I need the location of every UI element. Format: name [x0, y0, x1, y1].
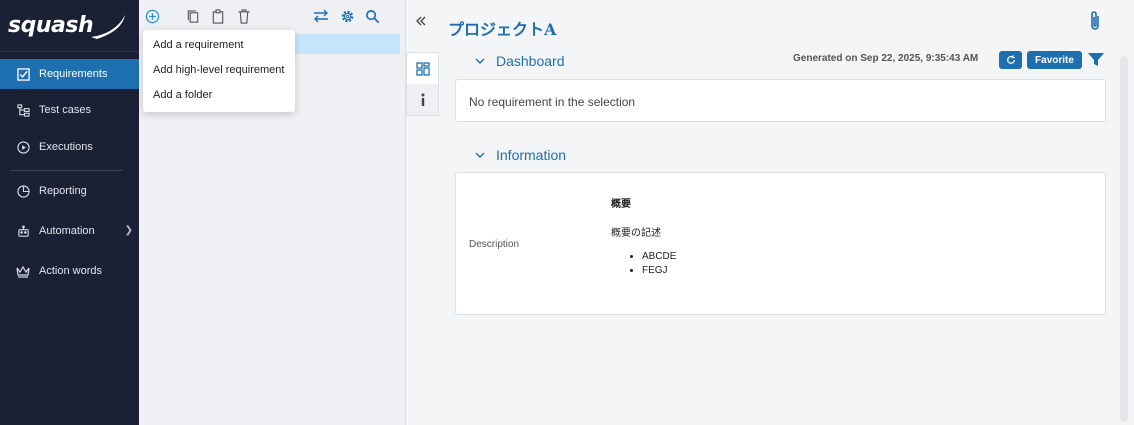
- empty-selection-message: No requirement in the selection: [469, 95, 636, 109]
- search-icon: [365, 9, 379, 23]
- logo-swoosh-icon: [91, 14, 126, 39]
- information-section-toggle[interactable]: Information: [474, 147, 566, 163]
- tab-information[interactable]: [407, 84, 438, 115]
- tree-toolbar: [139, 0, 406, 32]
- generated-timestamp: Generated on Sep 22, 2025, 9:35:43 AM: [793, 53, 979, 64]
- paste-button[interactable]: [209, 7, 227, 25]
- nav-label: Requirements: [39, 68, 108, 80]
- pie-chart-icon: [16, 184, 30, 198]
- refresh-icon: [1006, 55, 1015, 64]
- collapse-panel-button[interactable]: [416, 13, 426, 29]
- settings-button[interactable]: [338, 7, 356, 25]
- trash-icon: [238, 8, 250, 24]
- dashboard-card: No requirement in the selection: [455, 79, 1106, 122]
- swap-arrows-icon: [314, 9, 328, 23]
- info-icon: [421, 93, 424, 106]
- nav-item-test-cases[interactable]: Test cases: [0, 95, 139, 125]
- menu-item-add-requirement[interactable]: Add a requirement: [143, 34, 295, 59]
- favorite-button[interactable]: Favorite: [1027, 51, 1082, 69]
- paperclip-icon: [1091, 11, 1099, 30]
- delete-button[interactable]: [235, 7, 253, 25]
- filter-button[interactable]: [1088, 52, 1104, 70]
- description-content[interactable]: 概要 概要の記述 ABCDE FEGJ: [611, 195, 676, 279]
- nav-label: Reporting: [39, 185, 87, 197]
- menu-item-add-folder[interactable]: Add a folder: [143, 84, 295, 109]
- nav-label: Test cases: [39, 104, 91, 116]
- checkbox-icon: [16, 67, 30, 81]
- menu-item-add-high-level-requirement[interactable]: Add high-level requirement: [143, 59, 295, 84]
- filter-icon: [1088, 53, 1104, 66]
- side-tabs: [406, 52, 439, 116]
- transfer-button[interactable]: [312, 7, 330, 25]
- nav-label: Automation: [39, 225, 95, 237]
- nav-item-requirements[interactable]: Requirements: [0, 59, 139, 89]
- tree-selected-node[interactable]: [282, 34, 400, 54]
- dashboard-grid-icon: [415, 61, 430, 76]
- dashboard-section-title: Dashboard: [496, 53, 565, 69]
- nav-item-executions[interactable]: Executions: [0, 132, 139, 162]
- logo[interactable]: squash: [0, 0, 139, 52]
- vertical-scrollbar[interactable]: [1120, 56, 1128, 422]
- list-item: FEGJ: [642, 265, 676, 279]
- play-circle-icon: [16, 140, 30, 154]
- chevron-right-icon: ❯: [124, 225, 133, 236]
- dashboard-section-toggle[interactable]: Dashboard: [474, 53, 565, 69]
- copy-icon: [187, 9, 199, 23]
- description-label: Description: [469, 239, 520, 250]
- add-button[interactable]: [143, 7, 161, 25]
- nav-divider: [10, 170, 123, 171]
- search-button[interactable]: [363, 7, 381, 25]
- crown-icon: [16, 264, 30, 278]
- attachment-button[interactable]: [1088, 10, 1102, 35]
- nav-item-reporting[interactable]: Reporting: [0, 176, 139, 206]
- nav-item-action-words[interactable]: Action words: [0, 256, 139, 286]
- description-heading: 概要: [611, 199, 631, 210]
- page-title: プロジェクトA: [448, 20, 557, 39]
- nav-item-automation[interactable]: Automation ❯: [0, 216, 139, 246]
- double-chevron-left-icon: [416, 16, 426, 26]
- refresh-button[interactable]: [999, 51, 1022, 69]
- plus-circle-icon: [145, 9, 159, 23]
- information-section-title: Information: [496, 147, 567, 163]
- chevron-down-icon: [475, 58, 485, 64]
- copy-button[interactable]: [184, 7, 202, 25]
- main-content: プロジェクトA Dashboard Generated on Sep 22, 2…: [406, 0, 1134, 425]
- chevron-down-icon: [475, 152, 485, 158]
- tree-icon: [16, 103, 30, 117]
- gear-icon: [341, 10, 353, 22]
- nav-label: Executions: [39, 141, 93, 153]
- logo-text: squash: [8, 13, 94, 38]
- clipboard-icon: [212, 8, 224, 24]
- description-list: ABCDE FEGJ: [611, 251, 676, 279]
- nav-label: Action words: [39, 265, 102, 277]
- list-item: ABCDE: [642, 251, 676, 265]
- robot-icon: [16, 224, 30, 238]
- tab-dashboard[interactable]: [407, 53, 438, 84]
- main-nav: squash Requirements Test cases Execution…: [0, 0, 139, 425]
- description-text: 概要の記述: [611, 228, 661, 239]
- information-card: Description 概要 概要の記述 ABCDE FEGJ: [455, 172, 1106, 315]
- add-dropdown-menu: Add a requirement Add high-level require…: [143, 30, 295, 112]
